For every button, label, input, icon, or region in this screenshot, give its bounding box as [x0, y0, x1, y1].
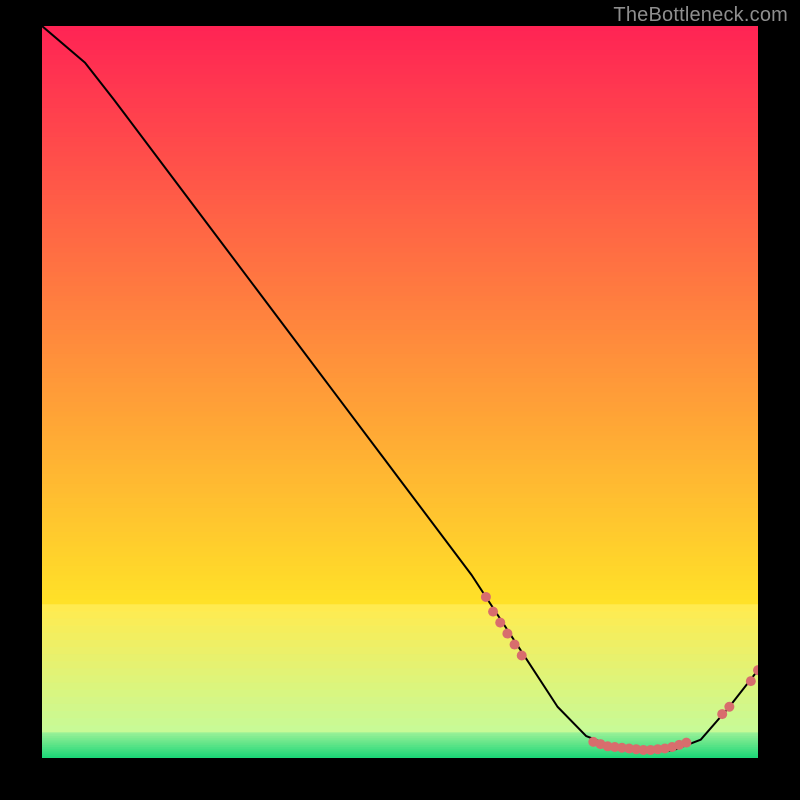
- data-point: [681, 738, 691, 748]
- data-point: [495, 618, 505, 628]
- chart-frame: TheBottleneck.com: [0, 0, 800, 800]
- data-point: [488, 607, 498, 617]
- bottleneck-chart: [42, 26, 758, 758]
- data-point: [481, 592, 491, 602]
- data-point: [724, 702, 734, 712]
- data-point: [717, 709, 727, 719]
- data-point: [517, 651, 527, 661]
- data-point: [746, 676, 756, 686]
- data-point: [502, 629, 512, 639]
- data-point: [510, 640, 520, 650]
- watermark-text: TheBottleneck.com: [613, 4, 788, 27]
